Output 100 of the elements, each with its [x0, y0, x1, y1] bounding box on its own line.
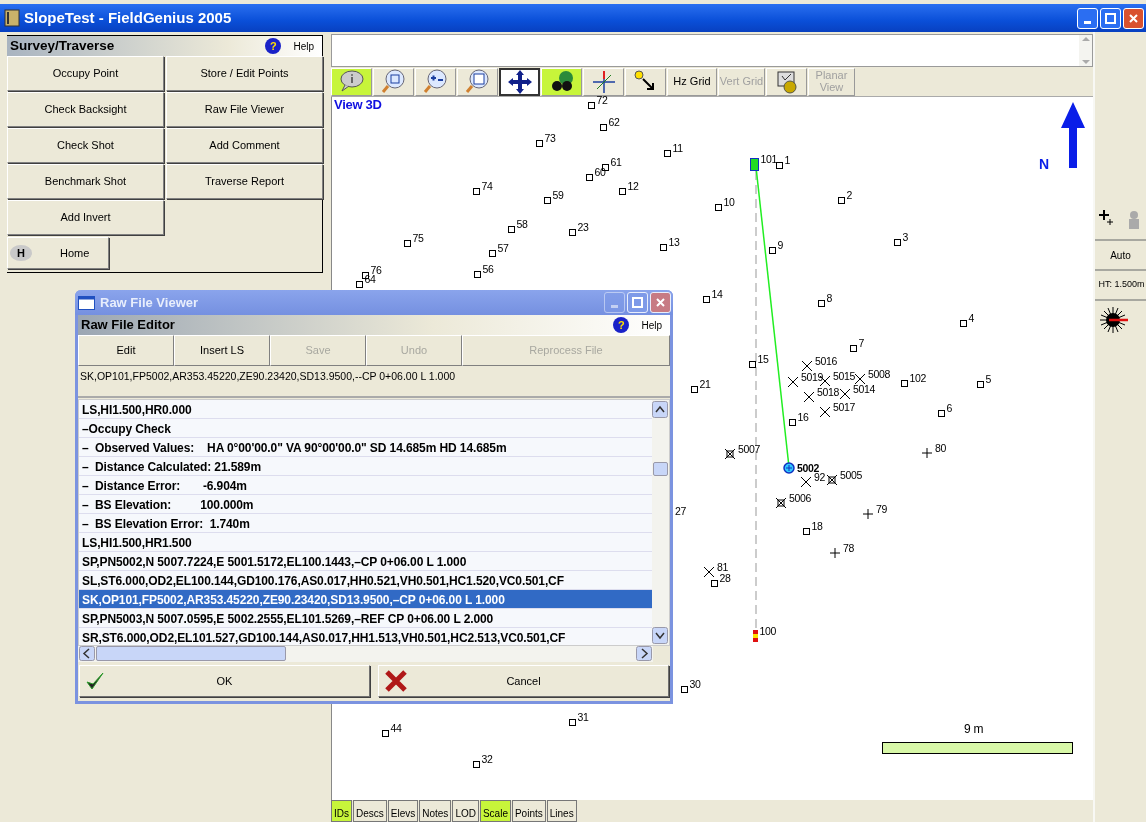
point-label: 92	[814, 472, 826, 483]
view-tab[interactable]: Points	[511, 800, 546, 822]
square-point-icon[interactable]	[703, 296, 710, 303]
scroll-up-icon[interactable]	[652, 401, 668, 418]
square-point-icon[interactable]	[382, 730, 389, 737]
panel-button[interactable]: Check Backsight	[7, 92, 164, 127]
maximize-icon[interactable]	[1105, 12, 1116, 24]
view-tab[interactable]: Notes	[419, 800, 452, 822]
scroll-thumb[interactable]	[653, 462, 668, 476]
view-tab[interactable]: IDs	[331, 800, 352, 822]
cross-point-icon[interactable]	[801, 360, 813, 372]
square-point-icon[interactable]	[977, 381, 984, 388]
square-point-icon[interactable]	[776, 162, 783, 169]
maximize-icon[interactable]	[632, 297, 643, 308]
panel-button[interactable]: Occupy Point	[7, 56, 164, 91]
toolbar-button[interactable]	[499, 68, 540, 96]
square-point-icon[interactable]	[569, 719, 576, 726]
square-point-icon[interactable]	[789, 419, 796, 426]
help-link[interactable]: Help	[641, 317, 662, 333]
square-point-icon[interactable]	[600, 124, 607, 131]
view-tab[interactable]: Scale	[479, 800, 511, 822]
square-point-icon[interactable]	[938, 410, 945, 417]
plus-point-icon[interactable]	[862, 508, 874, 520]
plus-point-icon[interactable]	[921, 447, 933, 459]
square-point-icon[interactable]	[769, 247, 776, 254]
square-point-icon[interactable]	[803, 528, 810, 535]
view-tab[interactable]: LOD	[452, 800, 479, 822]
panel-button[interactable]: Check Shot	[7, 128, 164, 163]
panel-button[interactable]: Raw File Viewer	[166, 92, 323, 127]
toolbar-button[interactable]: Hz Grid	[667, 68, 717, 96]
square-point-icon[interactable]	[681, 686, 688, 693]
boxed-cross-point-icon[interactable]	[826, 474, 838, 486]
horizontal-scrollbar[interactable]	[78, 646, 653, 662]
crosshair-icon[interactable]	[1099, 210, 1114, 226]
square-point-icon[interactable]	[508, 226, 515, 233]
cancel-button[interactable]: Cancel	[378, 665, 669, 697]
editor-button[interactable]: Edit	[78, 335, 174, 366]
view-tab[interactable]: Elevs	[387, 800, 419, 822]
cross-point-icon[interactable]	[854, 373, 866, 385]
square-point-icon[interactable]	[473, 761, 480, 768]
scroll-down-icon[interactable]	[652, 627, 668, 644]
square-point-icon[interactable]	[404, 240, 411, 247]
control-point-icon[interactable]	[753, 630, 758, 642]
square-point-icon[interactable]	[901, 380, 908, 387]
square-point-icon[interactable]	[619, 188, 626, 195]
boxed-cross-point-icon[interactable]	[724, 448, 736, 460]
square-point-icon[interactable]	[474, 271, 481, 278]
boxed-cross-point-icon[interactable]	[775, 497, 787, 509]
cross-point-icon[interactable]	[787, 376, 799, 388]
help-icon[interactable]: ?	[613, 317, 630, 333]
square-point-icon[interactable]	[569, 229, 576, 236]
cross-point-icon[interactable]	[703, 566, 715, 578]
square-point-icon[interactable]	[894, 239, 901, 246]
ok-button[interactable]: OK	[79, 665, 370, 697]
view-tab[interactable]: Descs	[353, 800, 387, 822]
square-point-icon[interactable]	[664, 150, 671, 157]
square-point-icon[interactable]	[715, 204, 722, 211]
plus-point-icon[interactable]	[829, 547, 841, 559]
command-field[interactable]	[331, 34, 1093, 67]
square-point-icon[interactable]	[691, 386, 698, 393]
square-point-icon[interactable]	[588, 102, 595, 109]
square-point-icon[interactable]	[489, 250, 496, 257]
square-point-icon[interactable]	[536, 140, 543, 147]
help-icon[interactable]: ?	[265, 38, 282, 54]
close-button[interactable]	[650, 292, 671, 313]
station-icon[interactable]	[750, 158, 759, 171]
panel-button[interactable]: Add Invert	[7, 200, 164, 235]
square-point-icon[interactable]	[850, 345, 857, 352]
square-point-icon[interactable]	[711, 580, 718, 587]
close-icon[interactable]	[655, 297, 666, 308]
sun-icon[interactable]	[1099, 306, 1129, 334]
square-point-icon[interactable]	[838, 197, 845, 204]
square-point-icon[interactable]	[818, 300, 825, 307]
maximize-button[interactable]	[627, 292, 648, 313]
square-point-icon[interactable]	[544, 197, 551, 204]
scroll-thumb[interactable]	[96, 646, 286, 661]
check-icon	[86, 672, 104, 690]
view-tab[interactable]: Lines	[546, 800, 577, 822]
square-point-icon[interactable]	[660, 244, 667, 251]
panel-button[interactable]: Add Comment	[166, 128, 323, 163]
help-link[interactable]: Help	[293, 38, 314, 54]
cross-point-icon[interactable]	[800, 476, 812, 488]
panel-button[interactable]: Store / Edit Points	[166, 56, 323, 91]
editor-button[interactable]: Insert LS	[174, 335, 270, 366]
scroll-left-icon[interactable]	[79, 646, 95, 661]
panel-button[interactable]: Traverse Report	[166, 164, 323, 199]
square-point-icon[interactable]	[749, 361, 756, 368]
scroll-right-icon[interactable]	[636, 646, 652, 661]
target-point-icon[interactable]	[783, 462, 795, 474]
close-icon[interactable]	[1128, 12, 1139, 24]
square-point-icon[interactable]	[586, 174, 593, 181]
vertical-scrollbar[interactable]	[652, 400, 669, 645]
cross-point-icon[interactable]	[803, 391, 815, 403]
square-point-icon[interactable]	[473, 188, 480, 195]
cross-point-icon[interactable]	[839, 388, 851, 400]
square-point-icon[interactable]	[960, 320, 967, 327]
panel-button[interactable]: Benchmark Shot	[7, 164, 164, 199]
square-point-icon[interactable]	[356, 281, 363, 288]
cross-point-icon[interactable]	[819, 406, 831, 418]
home-button[interactable]: H Home	[7, 237, 109, 269]
